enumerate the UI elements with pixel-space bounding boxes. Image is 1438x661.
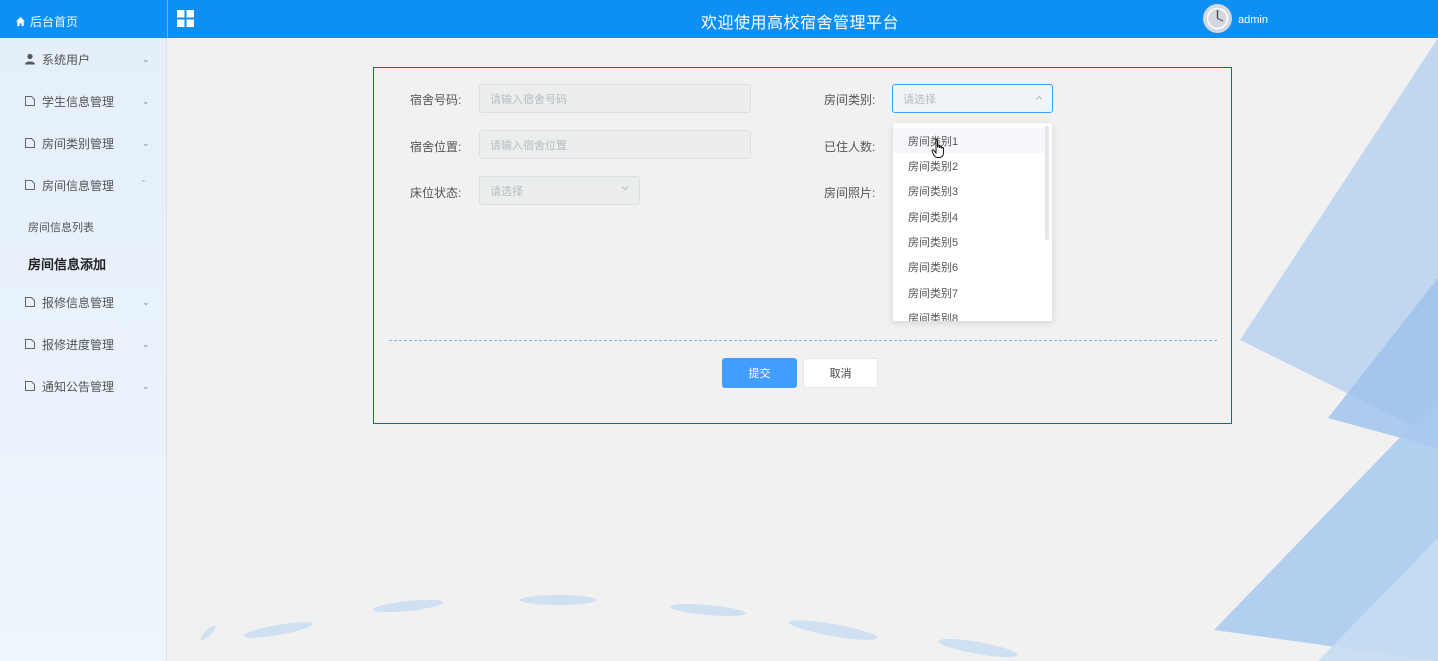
user-icon <box>25 53 35 65</box>
dropdown-scrollbar[interactable] <box>1045 126 1049 240</box>
avatar[interactable] <box>1203 4 1232 33</box>
doc-icon <box>25 180 35 190</box>
dorm-location-label: 宿舍位置: <box>410 140 462 154</box>
sidebar: 系统用户 ⌄ 学生信息管理 ⌄ 房间类别管理 ⌄ 房间信息管理 ˆ 房间信息列表… <box>0 38 167 661</box>
sidebar-item-repairs[interactable]: 报修信息管理 ⌄ <box>0 281 167 323</box>
sidebar-item-label: 房间类别管理 <box>42 136 115 151</box>
sidebar-item-room-categories[interactable]: 房间类别管理 ⌄ <box>0 122 167 164</box>
chevron-down-icon <box>621 186 629 191</box>
chevron-down-icon: ⌄ <box>142 380 150 391</box>
dropdown-option[interactable]: 房间类别8 <box>893 305 1045 322</box>
chevron-down-icon: ⌄ <box>142 95 150 106</box>
bed-status-label: 床位状态: <box>410 186 462 200</box>
dorm-location-input[interactable]: 请输入宿舍位置 <box>479 130 751 159</box>
dropdown-option[interactable]: 房间类别3 <box>893 178 1045 203</box>
top-header: 后台首页 欢迎使用高校宿舍管理平台 admin <box>0 0 1438 38</box>
doc-icon <box>25 339 35 349</box>
bed-status-select[interactable]: 请选择 <box>479 176 640 205</box>
submit-button[interactable]: 提交 <box>722 358 797 388</box>
doc-icon <box>25 138 35 148</box>
occupants-label: 已住人数: <box>824 140 876 154</box>
sidebar-item-repair-progress[interactable]: 报修进度管理 ⌄ <box>0 323 167 365</box>
dropdown-option[interactable]: 房间类别5 <box>893 229 1045 254</box>
sidebar-item-label: 系统用户 <box>42 52 91 67</box>
sidebar-subitem-room-list[interactable]: 房间信息列表 <box>28 219 94 235</box>
sidebar-item-rooms[interactable]: 房间信息管理 ˆ <box>0 164 167 206</box>
chevron-up-icon: ˆ <box>142 179 145 189</box>
sidebar-subitem-room-add[interactable]: 房间信息添加 <box>28 254 106 273</box>
sidebar-item-label: 学生信息管理 <box>42 94 115 109</box>
dorm-number-input[interactable]: 请输入宿舍号码 <box>479 84 751 113</box>
sidebar-item-notices[interactable]: 通知公告管理 ⌄ <box>0 365 167 407</box>
room-category-label: 房间类别: <box>824 93 876 107</box>
sidebar-item-label: 报修信息管理 <box>42 295 115 310</box>
sidebar-item-system-users[interactable]: 系统用户 ⌄ <box>0 38 167 80</box>
dorm-number-label: 宿舍号码: <box>410 93 462 107</box>
form-divider <box>389 340 1217 341</box>
sidebar-item-label: 报修进度管理 <box>42 337 115 352</box>
room-category-dropdown: 房间类别1 房间类别2 房间类别3 房间类别4 房间类别5 房间类别6 房间类别… <box>893 123 1052 321</box>
dropdown-option[interactable]: 房间类别7 <box>893 280 1045 305</box>
dropdown-option[interactable]: 房间类别1 <box>893 128 1045 153</box>
sidebar-item-label: 房间信息管理 <box>42 178 115 193</box>
room-photo-label: 房间照片: <box>824 186 876 200</box>
chevron-down-icon: ⌄ <box>142 137 150 148</box>
sidebar-item-students[interactable]: 学生信息管理 ⌄ <box>0 80 167 122</box>
bed-status-placeholder: 请选择 <box>490 185 523 198</box>
cancel-button[interactable]: 取消 <box>803 358 878 388</box>
room-category-placeholder: 请选择 <box>903 93 936 106</box>
dropdown-option[interactable]: 房间类别4 <box>893 204 1045 229</box>
sidebar-item-label: 通知公告管理 <box>42 379 115 394</box>
dropdown-option[interactable]: 房间类别6 <box>893 254 1045 279</box>
hand-cursor-icon <box>931 139 944 158</box>
clock-avatar-icon <box>1203 4 1232 33</box>
chevron-up-icon <box>1035 95 1043 100</box>
chevron-down-icon: ⌄ <box>142 338 150 349</box>
room-category-select[interactable]: 请选择 <box>892 84 1053 113</box>
doc-icon <box>25 96 35 106</box>
doc-icon <box>25 381 35 391</box>
chevron-down-icon: ⌄ <box>142 53 150 64</box>
doc-icon <box>25 297 35 307</box>
chevron-down-icon: ⌄ <box>142 296 150 307</box>
dropdown-option[interactable]: 房间类别2 <box>893 153 1045 178</box>
username[interactable]: admin <box>1238 14 1268 26</box>
